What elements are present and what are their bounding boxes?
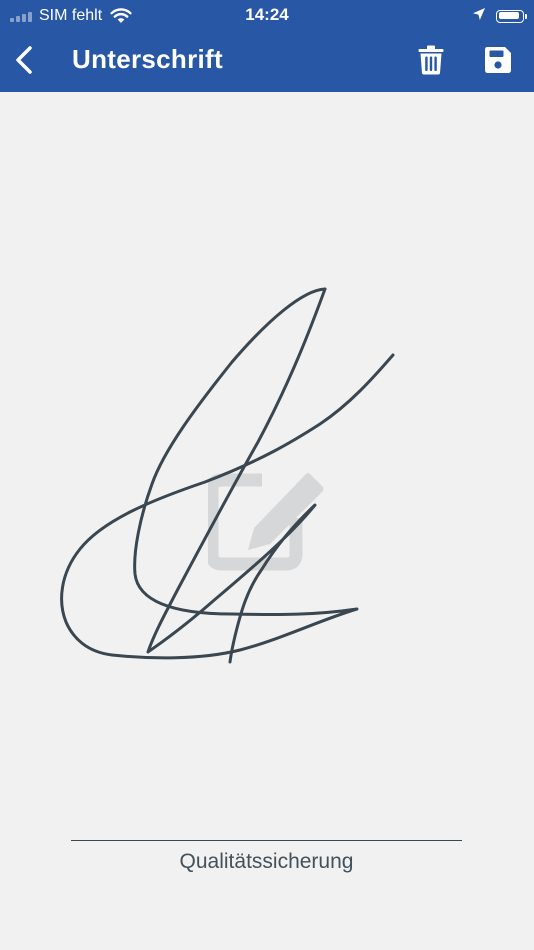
status-right-group — [472, 6, 527, 26]
battery-level-fill — [498, 12, 519, 19]
status-time: 14:24 — [245, 5, 289, 24]
page-title: Unterschrift — [72, 44, 223, 74]
chevron-left-icon — [16, 46, 32, 74]
signer-name-label: Qualitätssicherung — [179, 850, 354, 873]
back-button[interactable] — [4, 38, 44, 82]
app-header: SIM fehlt 14:24 Unterschrift — [0, 0, 534, 92]
save-signature-button[interactable] — [478, 38, 518, 82]
signature-stroke — [60, 287, 395, 660]
floppy-disk-icon — [485, 47, 511, 73]
signature-stroke — [146, 287, 327, 664]
trash-icon — [418, 45, 444, 75]
delete-signature-button[interactable] — [411, 38, 451, 82]
signature-strokes — [60, 287, 395, 664]
signature-canvas[interactable]: Qualitätssicherung — [0, 92, 534, 950]
location-arrow-icon — [472, 7, 486, 26]
battery-icon — [496, 9, 527, 23]
status-bar: SIM fehlt 14:24 — [0, 0, 534, 30]
navigation-bar: Unterschrift — [0, 30, 534, 92]
signature-baseline — [71, 840, 462, 841]
